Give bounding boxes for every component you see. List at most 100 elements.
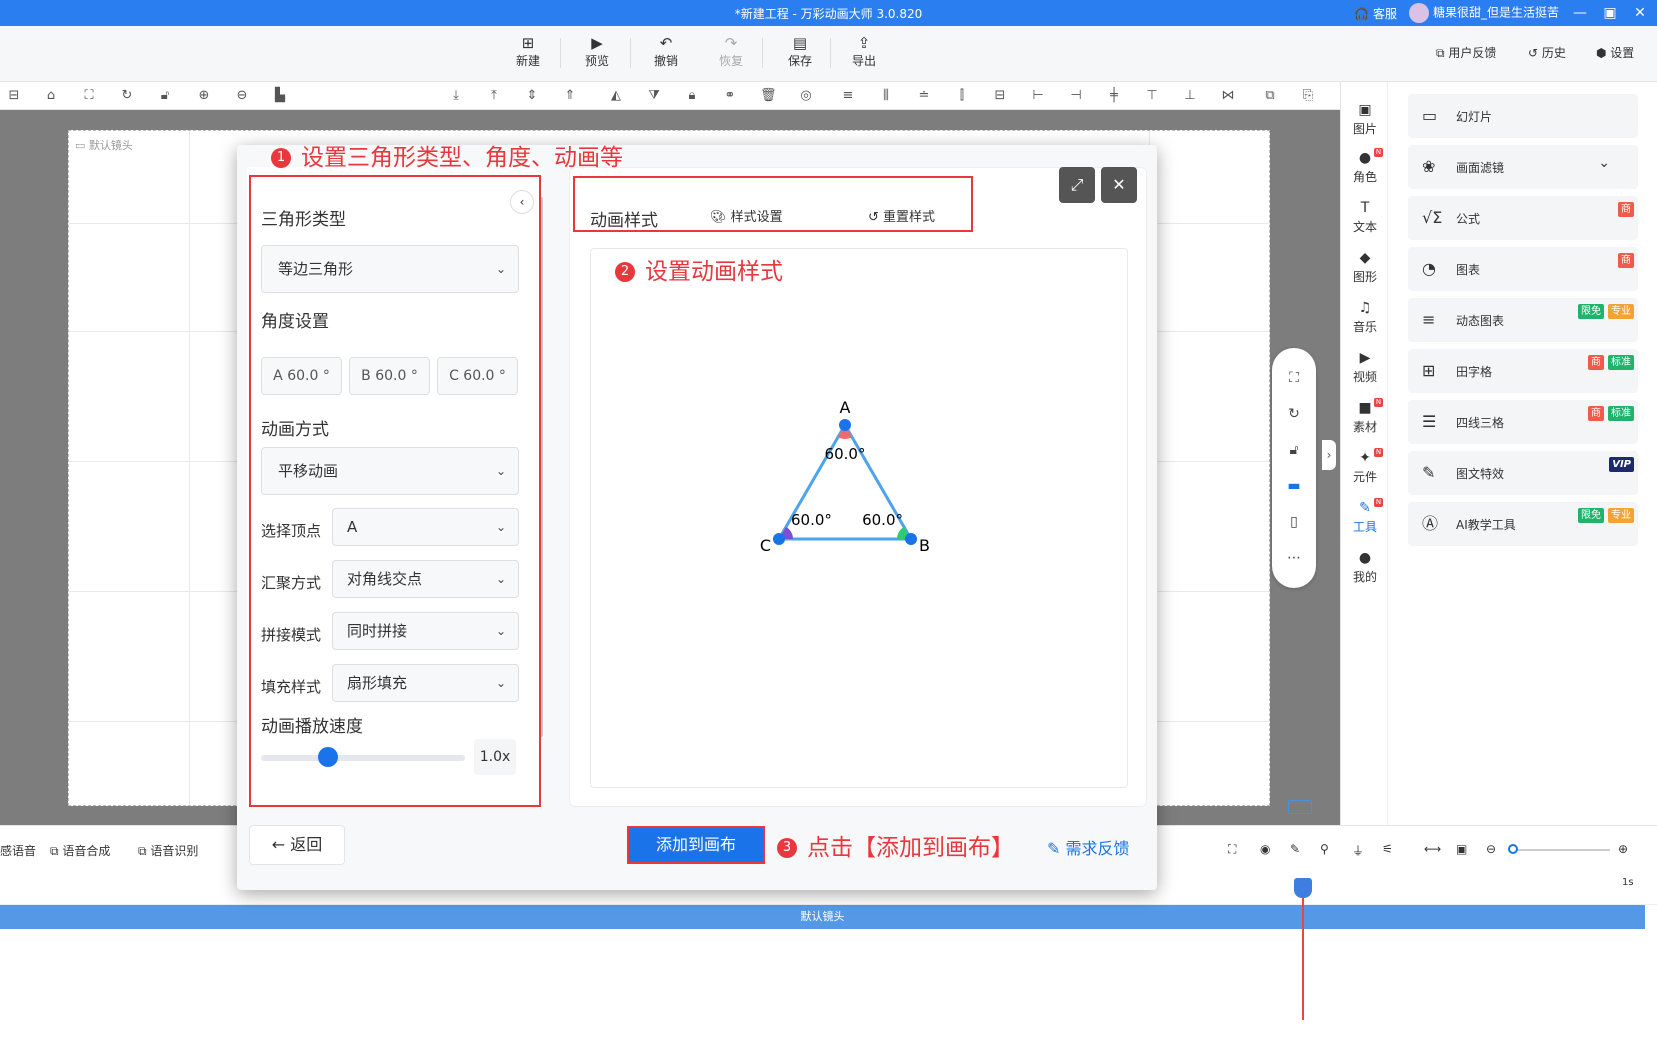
sidebar-item-3[interactable]: ◆ 图形	[1341, 250, 1389, 285]
close-dialog-button[interactable]: ✕	[1101, 167, 1137, 203]
bottom-edge-icon[interactable]: ⊥	[1182, 88, 1198, 104]
demand-feedback-link[interactable]: ✎ 需求反馈	[1047, 835, 1130, 859]
minimize-button[interactable]: —	[1571, 5, 1589, 21]
tool-card-2[interactable]: √Σ 公式 商	[1408, 196, 1638, 240]
screenshot-icon[interactable]: ◎	[798, 88, 814, 104]
user-menu[interactable]: 糖果很甜_但是生活挺苦	[1408, 3, 1559, 23]
close-window-button[interactable]: ✕	[1631, 5, 1649, 21]
home-icon[interactable]: ⌂	[43, 88, 59, 104]
vertex-a-label: A	[840, 398, 851, 417]
fit-width-icon[interactable]: ⟷	[1424, 842, 1441, 856]
link-icon[interactable]: ⚭	[722, 88, 738, 104]
layers-icon[interactable]: ⊟	[6, 88, 22, 104]
tool-card-4[interactable]: ≡ 动态图表 专业 限免	[1408, 298, 1638, 342]
tool-card-3[interactable]: ◔ 图表 商	[1408, 247, 1638, 291]
minimap-icon[interactable]	[1288, 800, 1312, 814]
back-button[interactable]: ← 返回	[249, 825, 345, 865]
add-to-canvas-button[interactable]: 添加到画布	[627, 826, 765, 864]
sidebar-item-4[interactable]: ♫ 音乐	[1341, 300, 1389, 335]
align-left-edge-icon[interactable]: ⊢	[1030, 88, 1046, 104]
sidebar-item-6[interactable]: ■ 素材 N	[1341, 398, 1389, 435]
align-bottom-icon[interactable]: ⤓	[448, 88, 464, 104]
tts-button[interactable]: ⧉ 语音合成	[50, 842, 110, 859]
asr-button[interactable]: ⧉ 语音识别	[138, 842, 198, 859]
chevron-down-icon[interactable]: ⌄	[1598, 155, 1610, 171]
copy-icon[interactable]: ⧉	[1262, 88, 1278, 104]
top-edge-icon[interactable]: ⊤	[1144, 88, 1160, 104]
tool-card-6[interactable]: ☰ 四线三格 标准商	[1408, 400, 1638, 444]
flip-vertical-icon[interactable]: ⧩	[646, 88, 662, 104]
zoom-in-icon[interactable]: ⊕	[1618, 842, 1628, 856]
unlock-icon[interactable]: 🔓︎	[157, 88, 173, 104]
align-hcenter-icon[interactable]: ⊟	[992, 88, 1008, 104]
phone-icon[interactable]: ▯	[1284, 514, 1304, 534]
snapshot-icon[interactable]: ◉	[1260, 842, 1270, 856]
timeline-body[interactable]	[0, 929, 1657, 1038]
tool-card-0[interactable]: ▭ 幻灯片	[1408, 94, 1638, 138]
distribute-h-icon[interactable]: ⫼	[878, 88, 894, 104]
sidebar-item-8[interactable]: ✎ 工具 N	[1341, 498, 1389, 535]
layer-icon[interactable]: ▙	[272, 88, 288, 104]
voice-button[interactable]: 感语音	[0, 842, 36, 859]
zoom-in-icon[interactable]: ⊕	[196, 88, 212, 104]
tool-card-icon: ◔	[1422, 259, 1436, 278]
user-feedback-button[interactable]: ⧉ 用户反馈	[1436, 44, 1496, 61]
sidebar-item-5[interactable]: ▶ 视频	[1341, 350, 1389, 385]
sidebar-item-2[interactable]: T 文本	[1341, 200, 1389, 235]
flip-horizontal-icon[interactable]: ◭	[608, 88, 624, 104]
edit-icon[interactable]: ✎	[1290, 842, 1300, 856]
zoom-out-icon[interactable]: ⊖	[234, 88, 250, 104]
rotate-icon[interactable]: ↻	[119, 88, 135, 104]
sidebar-item-7[interactable]: ✦ 元件 N	[1341, 448, 1389, 485]
spacing-icon[interactable]: ⋈	[1220, 88, 1236, 104]
expand-panel-icon[interactable]: ›	[1322, 440, 1336, 470]
monitor-icon[interactable]: ▬	[1284, 478, 1304, 498]
sidebar-item-9[interactable]: ● 我的	[1341, 550, 1389, 585]
playhead-handle[interactable]	[1294, 878, 1312, 898]
rotate-icon[interactable]: ↻	[1284, 406, 1304, 426]
fit-screen-icon[interactable]: ⛶	[1284, 370, 1304, 390]
sidebar-item-1[interactable]: ● 角色 N	[1341, 148, 1389, 185]
align-middle-icon[interactable]: ≐	[916, 88, 932, 104]
center-icon[interactable]: ╪	[1106, 88, 1122, 104]
export-button[interactable]: ⇪ 导出	[839, 34, 889, 69]
delete-icon[interactable]: 🗑︎	[760, 88, 777, 104]
playhead[interactable]	[1302, 878, 1304, 1020]
restore-button[interactable]: ▣	[1601, 5, 1619, 21]
redo-button[interactable]: ↷ 恢复	[706, 34, 756, 69]
pin-icon[interactable]: ⚲	[1320, 842, 1329, 856]
save-button[interactable]: ▤ 保存	[775, 34, 825, 69]
preview-button[interactable]: ▶ 预览	[572, 34, 622, 69]
adjust-icon[interactable]: ⚟	[1382, 842, 1393, 856]
camera-tool-icon[interactable]: ⛶	[1228, 842, 1236, 857]
fullscreen-button[interactable]: ⤢	[1059, 167, 1095, 203]
distribute-v-icon[interactable]: ⫿	[954, 88, 970, 104]
more-icon[interactable]: ⋯	[1284, 550, 1304, 570]
zoom-out-icon[interactable]: ⊖	[1486, 842, 1496, 856]
zoom-slider-knob[interactable]	[1508, 844, 1518, 854]
new-button[interactable]: ⊞ 新建	[503, 34, 553, 69]
new-badge: N	[1374, 398, 1383, 407]
tool-card-1[interactable]: ❀ 画面滤镜 ⌄	[1408, 145, 1638, 189]
tool-card-8[interactable]: Ⓐ AI教学工具 专业 限免	[1408, 502, 1638, 546]
settings-button[interactable]: ⬢ 设置	[1596, 44, 1634, 61]
lock-icon[interactable]: 🔒︎	[684, 88, 700, 104]
align-top-icon[interactable]: ⤒	[486, 88, 502, 104]
undo-button[interactable]: ↶ 撤销	[641, 34, 691, 69]
align-left-icon[interactable]: ≡	[840, 88, 856, 104]
distribute-icon[interactable]: ⇑	[562, 88, 578, 104]
unlock-icon[interactable]: 🔓︎	[1284, 442, 1304, 462]
align-vcenter-icon[interactable]: ⇕	[524, 88, 540, 104]
history-button[interactable]: ↺ 历史	[1528, 44, 1566, 61]
fit-screen-icon[interactable]: ⛶	[81, 88, 97, 104]
align-right-edge-icon[interactable]: ⊣	[1068, 88, 1084, 104]
filter-icon[interactable]: ⏚	[1352, 842, 1364, 859]
ratio-icon[interactable]: ▣	[1456, 842, 1467, 856]
camera-track[interactable]: 默认镜头	[0, 905, 1645, 929]
zoom-slider[interactable]	[1510, 849, 1610, 851]
tool-card-5[interactable]: ⊞ 田字格 标准商	[1408, 349, 1638, 393]
tool-card-7[interactable]: ✎ 图文特效 VIP	[1408, 451, 1638, 495]
paste-icon[interactable]: ⎘	[1300, 88, 1316, 104]
service-button[interactable]: 🎧 客服	[1354, 5, 1397, 22]
sidebar-item-0[interactable]: ▣ 图片	[1341, 102, 1389, 137]
